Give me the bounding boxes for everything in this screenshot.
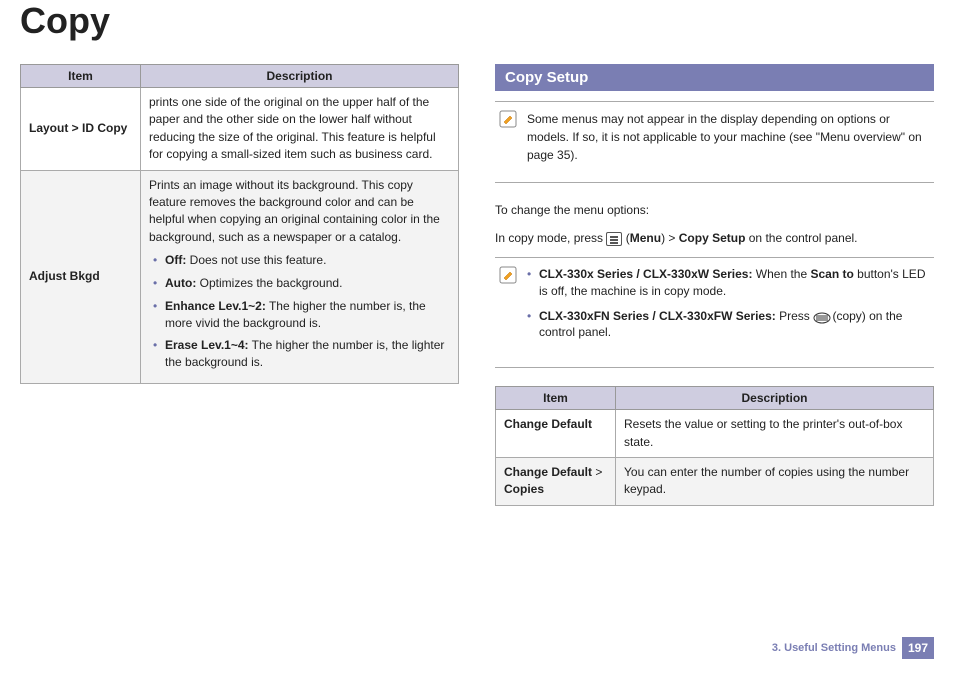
row0-desc: prints one side of the original on the u… xyxy=(141,88,459,171)
page-footer: 3. Useful Setting Menus 197 xyxy=(772,637,934,659)
note-box-2: CLX-330x Series / CLX-330xW Series: When… xyxy=(495,257,934,368)
intro2-menu: Menu xyxy=(630,231,661,245)
section-heading-copy-setup: Copy Setup xyxy=(495,64,934,91)
rrow1-ib: Copies xyxy=(504,482,544,496)
intro-line-1: To change the menu options: xyxy=(495,201,934,219)
intro2d: on the control panel. xyxy=(745,231,857,245)
intro2-copysetup: Copy Setup xyxy=(679,231,746,245)
opt-erase-label: Erase Lev.1~4: xyxy=(165,338,249,352)
right-column: Copy Setup Some menus may not appear in … xyxy=(495,64,934,506)
n2i0-label: CLX-330x Series / CLX-330xW Series: xyxy=(539,267,752,281)
n2i0-tb: Scan to xyxy=(810,267,853,281)
note2-list: CLX-330x Series / CLX-330xW Series: When… xyxy=(527,266,930,341)
feature-table-left: Item Description Layout > ID Copy prints… xyxy=(20,64,459,384)
opt-off-text: Does not use this feature. xyxy=(186,253,326,267)
th-desc: Description xyxy=(141,65,459,88)
menu-icon xyxy=(606,232,622,246)
rrow1-ia: Change Default xyxy=(504,465,592,479)
th-item: Item xyxy=(21,65,141,88)
page-title: Copy xyxy=(20,0,934,42)
opt-auto: Auto: Optimizes the background. xyxy=(153,275,450,292)
rrow0-item: Change Default xyxy=(496,410,616,458)
rrow1-item: Change Default > Copies xyxy=(496,457,616,505)
opt-enhance: Enhance Lev.1~2: The higher the number i… xyxy=(153,298,450,332)
feature-table-right: Item Description Change Default Resets t… xyxy=(495,386,934,506)
note1-text: Some menus may not appear in the display… xyxy=(527,110,930,164)
row0-item: Layout > ID Copy xyxy=(21,88,141,171)
left-column: Item Description Layout > ID Copy prints… xyxy=(20,64,459,506)
intro2a: In copy mode, press xyxy=(495,231,606,245)
n2i1-ta: Press xyxy=(776,309,813,323)
copy-icon xyxy=(813,309,829,323)
opt-enhance-label: Enhance Lev.1~2: xyxy=(165,299,266,313)
rrow0-desc: Resets the value or setting to the print… xyxy=(616,410,934,458)
footer-chapter: 3. Useful Setting Menus xyxy=(772,642,896,654)
note-icon xyxy=(499,110,517,128)
footer-page-number: 197 xyxy=(902,637,934,659)
note-box-1: Some menus may not appear in the display… xyxy=(495,101,934,183)
rrow1-desc: You can enter the number of copies using… xyxy=(616,457,934,505)
opt-off: Off: Does not use this feature. xyxy=(153,252,450,269)
opt-auto-label: Auto: xyxy=(165,276,196,290)
note2-item-0: CLX-330x Series / CLX-330xW Series: When… xyxy=(527,266,930,300)
note2-item-1: CLX-330xFN Series / CLX-330xFW Series: P… xyxy=(527,308,930,342)
n2i1-label: CLX-330xFN Series / CLX-330xFW Series: xyxy=(539,309,776,323)
intro2c: ) > xyxy=(661,231,679,245)
rrow1-sep: > xyxy=(592,465,602,479)
row1-options: Off: Does not use this feature. Auto: Op… xyxy=(153,252,450,371)
opt-erase: Erase Lev.1~4: The higher the number is,… xyxy=(153,337,450,371)
row1-desc: Prints an image without its background. … xyxy=(141,170,459,383)
rth-item: Item xyxy=(496,387,616,410)
opt-off-label: Off: xyxy=(165,253,186,267)
intro-line-2: In copy mode, press (Menu) > Copy Setup … xyxy=(495,229,934,247)
rth-desc: Description xyxy=(616,387,934,410)
row1-item: Adjust Bkgd xyxy=(21,170,141,383)
opt-auto-text: Optimizes the background. xyxy=(196,276,342,290)
note-icon-2 xyxy=(499,266,517,284)
row1-intro: Prints an image without its background. … xyxy=(149,178,440,244)
n2i0-ta: When the xyxy=(752,267,810,281)
